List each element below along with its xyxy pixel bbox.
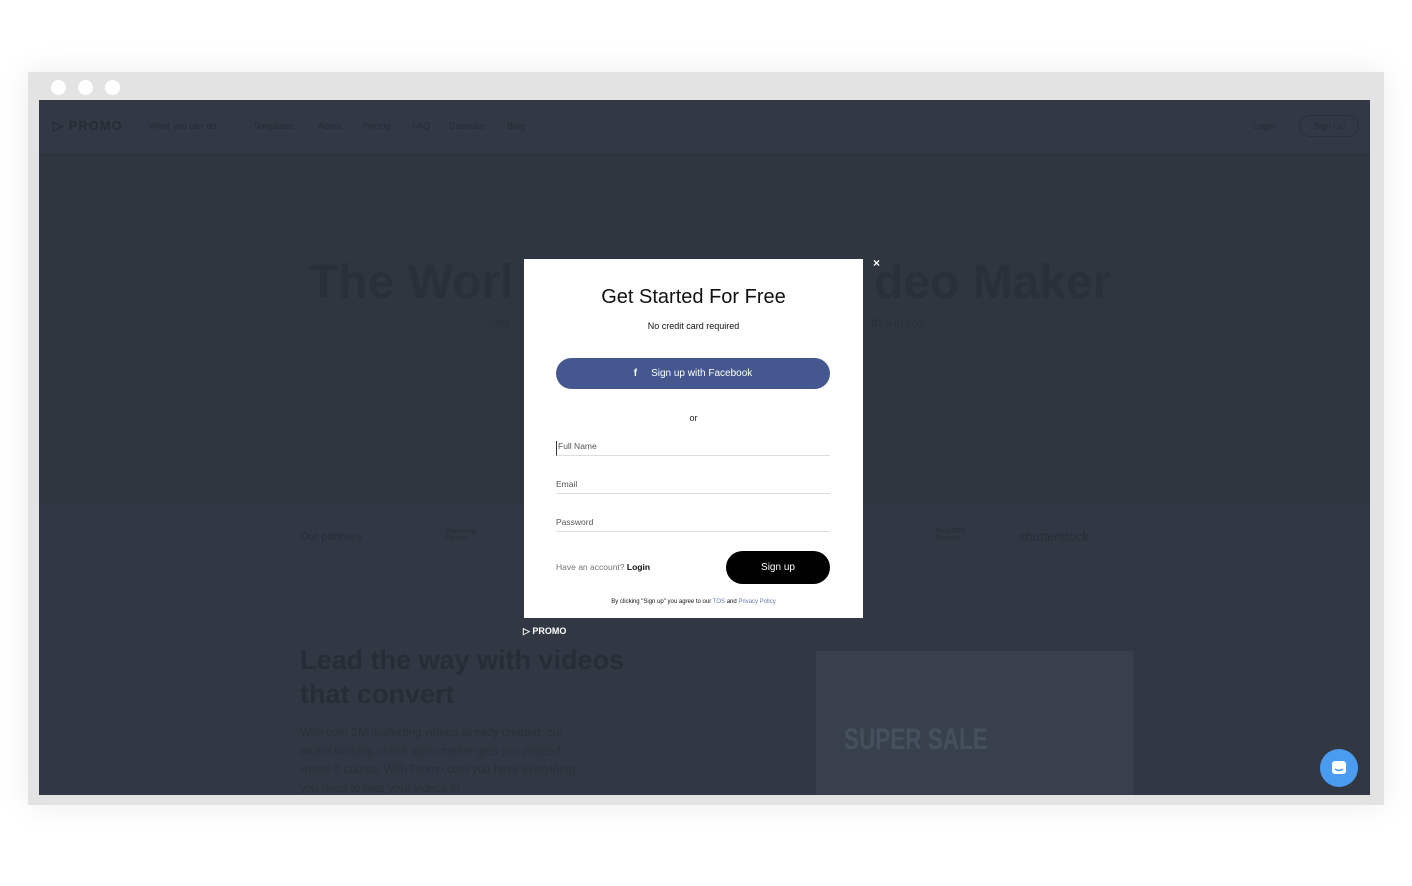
have-account-text: Have an account? Login	[556, 562, 651, 572]
login-link[interactable]: Login	[627, 562, 650, 572]
partner-logo: Best B2B Product	[936, 528, 966, 542]
tos-link[interactable]: TOS	[713, 599, 725, 605]
chat-button[interactable]	[1320, 749, 1358, 787]
nav-what-you-can-do[interactable]: What you can do	[149, 121, 217, 131]
hero-subtitle: Join	[485, 315, 509, 330]
or-divider: or	[689, 413, 698, 423]
partner-logo: shutterstock	[1019, 529, 1090, 544]
hero-title: The Worl	[309, 256, 514, 309]
logo[interactable]: ▷ PROMO	[53, 118, 123, 134]
promo-text: SUPER SALE	[844, 723, 988, 756]
facebook-label: Sign up with Facebook	[651, 368, 753, 379]
nav-login[interactable]: Login	[1253, 121, 1275, 131]
hero-subtitle: th Videos	[871, 315, 925, 330]
promo-logo: ▷ PROMO	[523, 626, 567, 636]
hero-title: deo Maker	[874, 256, 1112, 309]
window-dot	[105, 80, 120, 95]
section-body: With over 2M marketing videos already cr…	[300, 727, 575, 795]
nav-signup-button[interactable]: Sign Up	[1299, 115, 1360, 137]
nav-faq[interactable]: FAQ	[412, 121, 430, 131]
modal-subtitle: No credit card required	[647, 321, 740, 331]
promo-image: SUPER SALE	[816, 651, 1133, 795]
terms-text: By clicking "Sign up" you agree to our T…	[611, 599, 776, 605]
privacy-link[interactable]: Privacy Policy	[738, 599, 775, 605]
nav-blog[interactable]: Blog	[507, 121, 525, 131]
nav-about[interactable]: About	[318, 121, 342, 131]
chat-icon	[1332, 761, 1346, 774]
partners-label: Our partners	[300, 531, 362, 543]
password-input[interactable]: Password	[556, 517, 830, 532]
navbar: ▷ PROMO What you can do Templates About …	[39, 100, 1370, 155]
nav-calendar[interactable]: Calendar	[449, 121, 486, 131]
nav-templates[interactable]: Templates	[253, 121, 294, 131]
nav-pricing[interactable]: Pricing	[363, 121, 391, 131]
window-dot	[78, 80, 93, 95]
modal-title: Get Started For Free	[601, 286, 786, 308]
full-name-input[interactable]: Full Name	[556, 441, 830, 456]
email-input[interactable]: Email	[556, 479, 830, 494]
window-dot	[51, 80, 66, 95]
facebook-signup-button[interactable]: f Sign up with Facebook	[556, 358, 830, 389]
signup-button[interactable]: Sign up	[726, 551, 830, 584]
facebook-icon: f	[633, 368, 638, 379]
partner-logo: Marketing Partner	[445, 528, 476, 542]
signup-modal: Get Started For Free No credit card requ…	[524, 259, 863, 618]
close-icon[interactable]: ×	[873, 256, 880, 270]
section-title: Lead the way with videos that convert	[300, 645, 625, 709]
